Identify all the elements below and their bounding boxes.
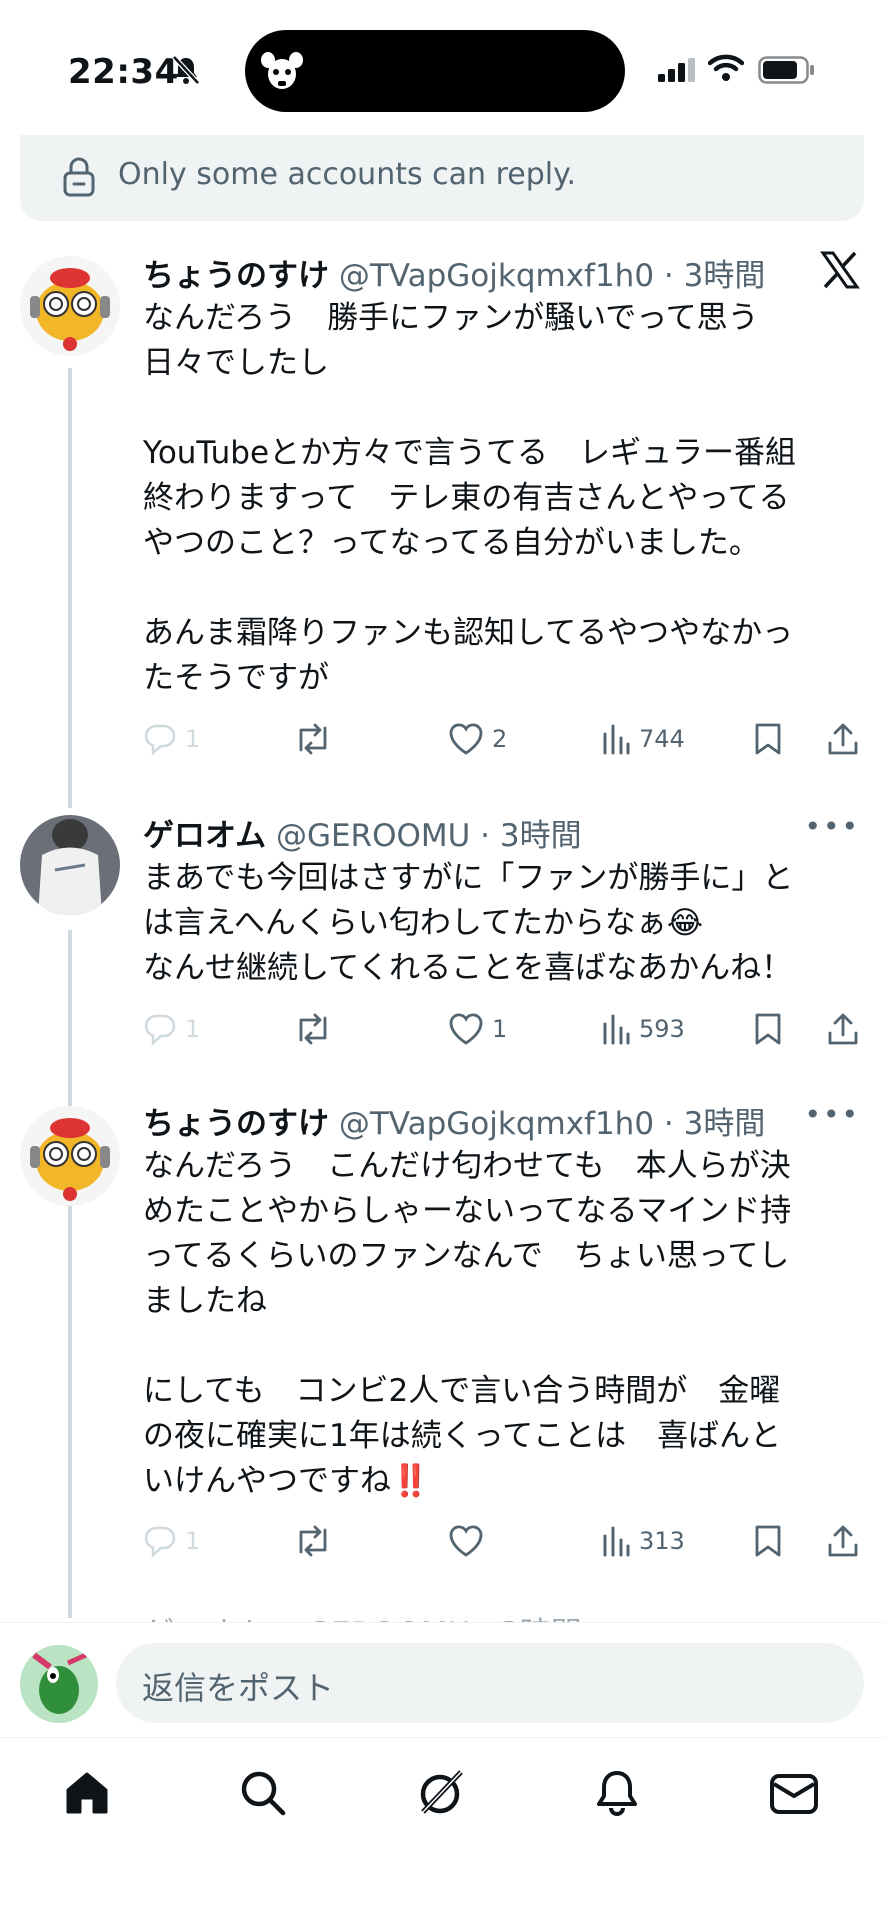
retweet-button[interactable]: [293, 1012, 333, 1046]
grok-icon[interactable]: [415, 1768, 465, 1818]
like-button[interactable]: 1: [448, 1012, 507, 1046]
wifi-icon: [708, 54, 744, 81]
tweet-time[interactable]: 3時間: [684, 258, 766, 294]
tweet[interactable]: ちょうのすけ @TVapGojkqmxf1h0 · 3時間 なんだろう 勝手にフ…: [0, 240, 884, 808]
tweet-text: なんだろう こんだけ匂わせても 本人らが決 めたことやからしゃーないってなるマイ…: [143, 1148, 792, 1499]
keroro-avatar-icon: [20, 256, 120, 356]
reply-composer-bar: 返信をポスト: [0, 1622, 884, 1737]
reply-button[interactable]: 1: [143, 722, 200, 756]
reply-count: 1: [185, 1015, 201, 1043]
search-icon[interactable]: [238, 1768, 288, 1818]
tweet-actions: 1 2 744: [143, 722, 863, 762]
retweet-icon: [299, 1013, 327, 1045]
reply-icon: [144, 1014, 176, 1046]
bookmark-icon: [755, 1525, 781, 1557]
tweet-text: まあでも今回はさすがに「ファンが勝手に」と は言えへんくらい匂わしてたからなぁ😂…: [143, 860, 794, 986]
status-time: 22:34: [68, 52, 179, 92]
tweet-header: ちょうのすけ @TVapGojkqmxf1h0 · 3時間: [143, 258, 766, 294]
reply-count: 1: [185, 1527, 201, 1555]
retweet-icon: [299, 723, 327, 755]
signal-icon: [658, 58, 695, 82]
views-icon: [603, 1526, 630, 1557]
like-icon: [449, 723, 483, 755]
messages-icon[interactable]: [768, 1768, 820, 1818]
my-avatar[interactable]: [20, 1645, 98, 1723]
mascot-icon: [261, 52, 303, 89]
bookmark-button[interactable]: [753, 1524, 783, 1558]
share-icon: [828, 723, 858, 755]
views-icon: [603, 1014, 630, 1045]
tweet-actions: 1 1 593: [143, 1012, 863, 1052]
battery-icon: [758, 56, 814, 84]
display-name[interactable]: ちょうのすけ: [143, 1106, 329, 1142]
share-button[interactable]: [827, 1012, 859, 1046]
reply-button[interactable]: 1: [143, 1012, 200, 1046]
tweet-header: ゲロオム @GEROOMU · 3時間: [143, 818, 582, 854]
retweet-button[interactable]: [293, 722, 333, 756]
user-avatar-icon: [20, 1645, 98, 1723]
bookmark-button[interactable]: [753, 1012, 783, 1046]
views-count: 593: [639, 1015, 685, 1043]
display-name[interactable]: ゲロオム: [143, 818, 266, 854]
retweet-icon: [299, 1525, 327, 1557]
like-button[interactable]: [448, 1524, 484, 1558]
like-count: 1: [492, 1015, 508, 1043]
reply-placeholder: 返信をポスト: [142, 1669, 335, 1707]
home-icon[interactable]: [62, 1768, 112, 1818]
views-count: 313: [639, 1527, 685, 1555]
tweet-text: なんだろう 勝手にファンが騒いでって思う 日々でしたし YouTubeとか方々で…: [143, 300, 797, 696]
tweet[interactable]: ゲロオム @GEROOMU · 3時間 ••• まあでも今回はさすがに「ファンが…: [0, 810, 884, 1230]
views-icon: [603, 724, 630, 755]
thread-line: [68, 1218, 72, 1618]
avatar[interactable]: [20, 1106, 120, 1206]
avatar[interactable]: [20, 256, 120, 356]
more-options-icon[interactable]: •••: [804, 1098, 860, 1131]
like-icon: [449, 1013, 483, 1045]
reply-count: 1: [185, 725, 201, 753]
user-handle[interactable]: @GEROOMU: [276, 818, 470, 854]
display-name[interactable]: ちょうのすけ: [143, 258, 329, 294]
share-icon: [828, 1525, 858, 1557]
tweet-time[interactable]: 3時間: [684, 1106, 766, 1142]
reply-restriction-banner: Only some accounts can reply.: [20, 135, 864, 221]
keroro-avatar-icon: [20, 1106, 120, 1206]
bookmark-button[interactable]: [753, 722, 783, 756]
photo-avatar-icon: [20, 815, 120, 915]
bookmark-icon: [755, 723, 781, 755]
reply-icon: [144, 724, 176, 756]
share-button[interactable]: [827, 722, 859, 756]
like-button[interactable]: 2: [448, 722, 507, 756]
notifications-icon[interactable]: [592, 1768, 642, 1818]
tweet-time[interactable]: 3時間: [500, 818, 582, 854]
tweet-actions: 1 313: [143, 1524, 863, 1564]
lock-icon: [63, 157, 95, 197]
bell-slash-icon: [172, 55, 200, 85]
views-button[interactable]: 593: [601, 1012, 685, 1046]
thread-line: [68, 368, 72, 808]
user-handle[interactable]: @TVapGojkqmxf1h0: [339, 258, 654, 294]
share-button[interactable]: [827, 1524, 859, 1558]
views-button[interactable]: 313: [601, 1524, 685, 1558]
like-icon: [449, 1525, 483, 1557]
like-count: 2: [492, 725, 508, 753]
share-icon: [828, 1013, 858, 1045]
more-options-icon[interactable]: •••: [804, 810, 860, 843]
reply-icon: [144, 1526, 176, 1558]
tweet-header: ちょうのすけ @TVapGojkqmxf1h0 · 3時間: [143, 1106, 766, 1142]
tweet[interactable]: ちょうのすけ @TVapGojkqmxf1h0 · 3時間 ••• なんだろう …: [0, 1098, 884, 1618]
status-bar: 22:34: [0, 0, 884, 135]
partial-tweet-header: ゲロオム @GEROOMU · 3時間: [143, 1608, 582, 1622]
reply-input[interactable]: 返信をポスト: [116, 1643, 864, 1723]
reply-button[interactable]: 1: [143, 1524, 200, 1558]
views-button[interactable]: 744: [601, 722, 685, 756]
bottom-tab-bar: [0, 1737, 884, 1921]
views-count: 744: [639, 725, 685, 753]
avatar[interactable]: [20, 815, 120, 915]
reply-restriction-text: Only some accounts can reply.: [118, 157, 577, 192]
retweet-button[interactable]: [293, 1524, 333, 1558]
bookmark-icon: [755, 1013, 781, 1045]
user-handle[interactable]: @TVapGojkqmxf1h0: [339, 1106, 654, 1142]
